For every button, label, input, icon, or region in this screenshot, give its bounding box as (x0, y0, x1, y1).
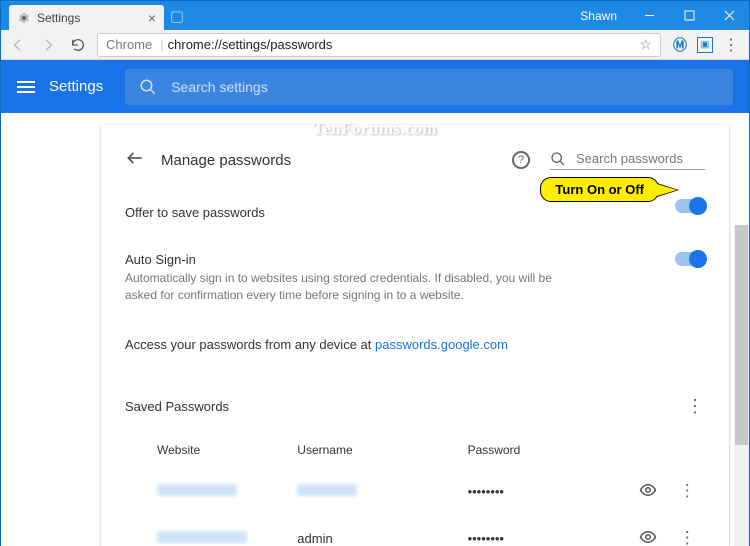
search-icon (139, 78, 157, 96)
search-icon (550, 151, 566, 167)
browser-tab[interactable]: Settings × (9, 5, 164, 30)
search-settings-input[interactable]: Search settings (125, 69, 733, 105)
panel-title: Manage passwords (161, 152, 291, 169)
offer-save-toggle[interactable] (675, 199, 705, 213)
col-password: Password (468, 433, 626, 467)
row-menu-button[interactable]: ⋮ (679, 528, 696, 546)
url-path: chrome://settings/passwords (168, 37, 333, 52)
annotation-callout: Turn On or Off (540, 177, 659, 202)
passwords-google-link[interactable]: passwords.google.com (375, 337, 508, 352)
extension-icon[interactable]: ▣ (697, 37, 713, 53)
extension-malwarebytes-icon[interactable]: Ⓜ (673, 35, 687, 55)
panel-back-button[interactable] (125, 148, 145, 173)
help-icon[interactable]: ? (512, 151, 530, 169)
profile-name[interactable]: Shawn (580, 9, 617, 23)
saved-passwords-heading: Saved Passwords (125, 399, 229, 414)
username-redacted (297, 484, 357, 496)
table-row[interactable]: •••••••• ⋮ (127, 469, 703, 514)
col-website: Website (127, 433, 295, 467)
scroll-thumb[interactable] (735, 225, 748, 445)
saved-passwords-table: Website Username Password •••••••• ⋮ adm… (125, 431, 705, 546)
auto-signin-row: Auto Sign-in Automatically sign in to we… (125, 236, 705, 320)
auto-signin-desc: Automatically sign in to websites using … (125, 270, 565, 304)
offer-save-label: Offer to save passwords (125, 205, 705, 220)
passwords-panel: Manage passwords ? Search passwords Turn… (101, 125, 729, 546)
auto-signin-toggle[interactable] (675, 252, 705, 266)
password-masked: •••••••• (468, 469, 626, 514)
window-titlebar: Settings × ▢ Shawn (1, 1, 749, 30)
close-tab-icon[interactable]: × (148, 10, 156, 26)
password-masked: •••••••• (468, 516, 626, 546)
offer-save-row: Turn On or Off Offer to save passwords (125, 183, 705, 236)
vertical-scrollbar[interactable]: ▲ (734, 225, 749, 546)
access-prefix: Access your passwords from any device at (125, 337, 375, 352)
saved-passwords-menu-button[interactable]: ⋮ (685, 396, 705, 417)
search-passwords-input[interactable]: Search passwords (550, 151, 705, 170)
gear-icon (17, 11, 31, 25)
maximize-button[interactable] (669, 1, 709, 30)
watermark-text: TenForums.com (313, 119, 437, 139)
minimize-button[interactable] (629, 1, 669, 30)
nav-back-button[interactable] (7, 34, 29, 56)
close-window-button[interactable] (709, 1, 749, 30)
tab-title: Settings (37, 11, 80, 25)
auto-signin-label: Auto Sign-in (125, 252, 705, 267)
reveal-password-button[interactable] (639, 534, 657, 546)
nav-forward-button[interactable] (37, 34, 59, 56)
settings-title: Settings (49, 78, 103, 95)
website-redacted (157, 531, 247, 543)
url-origin-label: Chrome (106, 37, 152, 52)
username-cell: admin (297, 516, 465, 546)
saved-passwords-heading-row: Saved Passwords ⋮ (125, 370, 705, 431)
row-menu-button[interactable]: ⋮ (679, 481, 696, 500)
address-bar[interactable]: Chrome | chrome://settings/passwords ☆ (97, 33, 661, 57)
bookmark-star-icon[interactable]: ☆ (639, 36, 652, 53)
hamburger-menu-button[interactable] (17, 81, 35, 93)
website-redacted (157, 484, 237, 496)
content-area: TenForums.com Manage passwords ? Search … (1, 113, 749, 546)
col-username: Username (297, 433, 465, 467)
new-tab-button[interactable]: ▢ (166, 7, 188, 25)
settings-header: Settings Search settings (1, 60, 749, 113)
browser-menu-button[interactable]: ⋮ (723, 35, 739, 55)
table-row[interactable]: admin •••••••• ⋮ (127, 516, 703, 546)
reload-button[interactable] (67, 34, 89, 56)
browser-toolbar: Chrome | chrome://settings/passwords ☆ Ⓜ… (1, 30, 749, 60)
reveal-password-button[interactable] (639, 487, 657, 502)
access-anywhere-row: Access your passwords from any device at… (125, 320, 705, 370)
table-header-row: Website Username Password (127, 433, 703, 467)
